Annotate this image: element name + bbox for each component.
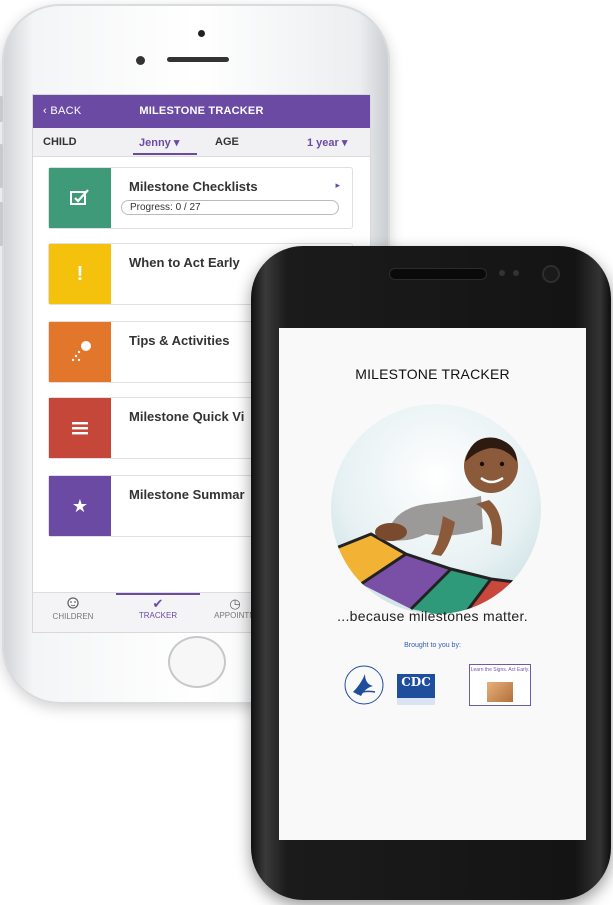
tagline: ...because milestones matter. (337, 608, 528, 624)
child-dropdown-underline (133, 153, 197, 155)
chevron-right-icon: ▸ (335, 180, 340, 190)
child-face-icon (43, 597, 103, 612)
baby-photo (487, 682, 513, 702)
android-speaker (389, 268, 487, 280)
page-title: MILESTONE TRACKER (139, 105, 264, 117)
child-dropdown[interactable]: Jenny ▾ (139, 136, 179, 149)
card-title: Milestone Summar (129, 487, 245, 502)
cdc-logo: CDC (397, 674, 435, 705)
tab-label: CHILDREN (52, 612, 94, 621)
iphone-sensor (198, 30, 205, 37)
checkmark-icon: ✔ (152, 596, 164, 611)
iphone-speaker (167, 57, 229, 62)
android-front-camera (542, 265, 560, 283)
tab-children[interactable]: CHILDREN (43, 597, 103, 621)
iphone-mute-switch (0, 96, 3, 122)
learn-the-signs-logo: Learn the Signs. Act Early. (469, 664, 531, 706)
card-title: Milestone Checklists (129, 179, 258, 194)
iphone-volume-up (0, 144, 3, 188)
active-tab-indicator (116, 593, 200, 595)
splash-title: MILESTONE TRACKER (355, 366, 510, 382)
tab-tracker[interactable]: ✔ TRACKER (126, 596, 190, 621)
card-title: Tips & Activities (129, 333, 230, 348)
learn-the-signs-text: Learn the Signs. Act Early. (470, 667, 530, 673)
star-icon: ★ (49, 476, 111, 536)
ball-toss-icon (49, 322, 111, 382)
card-milestone-checklists[interactable]: Milestone Checklists ▸ Progress: 0 / 27 (48, 167, 353, 229)
tab-label: TRACKER (138, 611, 178, 620)
baby-crawling-image (331, 404, 541, 614)
checkbox-icon (49, 168, 111, 228)
android-sensor (513, 270, 519, 276)
android-screen: MILESTONE TRACKER ...because milestones … (279, 328, 586, 840)
iphone-home-button[interactable] (168, 636, 226, 688)
android-sensor (499, 270, 505, 276)
list-lines-icon (49, 398, 111, 458)
tab-label: APPOINTM (214, 611, 256, 620)
progress-indicator: Progress: 0 / 27 (121, 200, 339, 215)
child-label: CHILD (43, 136, 77, 148)
age-label: AGE (215, 136, 239, 148)
exclamation-icon: ! (49, 244, 111, 304)
android-device: MILESTONE TRACKER ...because milestones … (251, 246, 611, 900)
app-header: ‹ BACK MILESTONE TRACKER (33, 95, 370, 128)
card-title: When to Act Early (129, 255, 240, 270)
iphone-volume-down (0, 202, 3, 246)
hhs-logo (343, 664, 385, 706)
iphone-front-camera (136, 56, 145, 65)
age-dropdown[interactable]: 1 year ▾ (307, 136, 347, 149)
card-title: Milestone Quick Vi (129, 409, 245, 424)
child-selector-bar: CHILD Jenny ▾ AGE 1 year ▾ (33, 128, 370, 157)
brought-to-you-label: Brought to you by: (404, 642, 461, 649)
